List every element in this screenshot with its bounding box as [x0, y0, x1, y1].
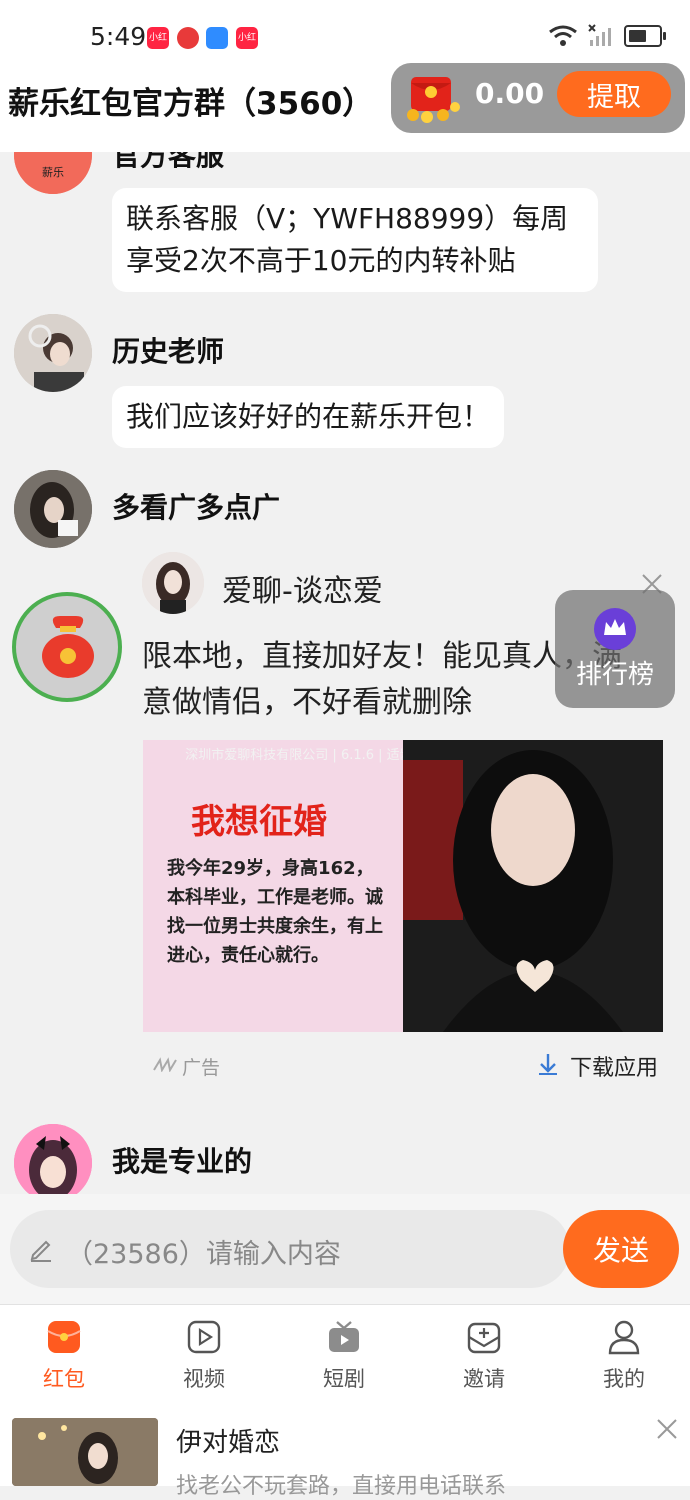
ad-title[interactable]: 爱聊-谈恋爱	[222, 566, 383, 610]
message-bubble[interactable]: 联系客服（V；YWFH88999）每周享受2次不高于10元的内转补贴	[112, 188, 598, 292]
battery-icon	[624, 25, 666, 47]
xiaohongshu-icon: 小红书	[147, 27, 169, 65]
ad-avatar-photo-icon	[142, 552, 204, 614]
close-icon[interactable]	[656, 1418, 678, 1440]
input-placeholder: （23586）请输入内容	[66, 1239, 341, 1270]
status-bar: 5:49 小红书 小红书	[0, 0, 690, 66]
red-packet-icon	[47, 1321, 81, 1353]
ad-poster-body: 我今年29岁，身高162，本科毕业，工作是老师。诚找一位男士共度余生，有上进心，…	[167, 858, 383, 966]
tab-label: 短剧	[323, 1367, 365, 1391]
chat-area[interactable]: 薪乐 官方客服 联系客服（V；YWFH88999）每周享受2次不高于10元的内转…	[0, 152, 690, 1194]
tab-short-drama[interactable]: 短剧	[294, 1319, 394, 1393]
red-packet-float-button[interactable]	[12, 592, 122, 702]
avatar[interactable]: 薪乐	[14, 152, 92, 194]
official-logo-text: 薪乐	[42, 166, 64, 179]
bottom-ad-subtitle[interactable]: 找老公不玩套路，直接用电话联系	[176, 1468, 506, 1500]
balance-amount: 0.00	[475, 77, 545, 110]
user-icon	[608, 1320, 640, 1355]
clock: 5:49	[90, 22, 147, 51]
lucky-bag-icon	[42, 616, 94, 678]
message-input-bar: （23586）请输入内容 发送	[0, 1194, 690, 1304]
tab-video[interactable]: 视频	[154, 1319, 254, 1393]
ad-tag: 广告	[182, 1057, 221, 1079]
tab-label: 红包	[43, 1367, 85, 1391]
ranking-button[interactable]: 排行榜	[555, 590, 675, 708]
bottom-ad-image[interactable]	[12, 1418, 158, 1486]
tab-label: 邀请	[463, 1367, 505, 1391]
group-header: 薪乐红包官方群（3560） 0.00 提取	[0, 63, 690, 152]
user-photo-icon	[14, 470, 92, 548]
pencil-icon	[30, 1240, 51, 1262]
wallet-panel: 0.00 提取	[391, 63, 685, 133]
anime-avatar-icon	[14, 1124, 92, 1194]
sender-name: 我是专业的	[112, 1145, 253, 1178]
invite-icon	[467, 1322, 501, 1354]
ad-photo	[403, 740, 663, 1032]
ad-poster-headline: 我想征婚	[191, 802, 327, 842]
sender-name: 历史老师	[112, 335, 225, 368]
wifi-icon	[549, 25, 577, 46]
tab-invite[interactable]: 邀请	[434, 1319, 534, 1393]
sender-name: 官方客服	[112, 152, 225, 172]
red-envelope-icon	[407, 77, 460, 123]
bottom-tab-bar: 红包 视频 短剧 邀请 我的	[0, 1304, 690, 1411]
tab-label: 视频	[183, 1367, 225, 1391]
tv-icon	[329, 1321, 359, 1352]
app-notification-icon	[177, 27, 199, 49]
send-button[interactable]: 发送	[563, 1210, 679, 1288]
tab-red-packet[interactable]: 红包	[14, 1319, 114, 1393]
weibo-notification-icon	[206, 27, 228, 49]
bottom-ad-banner[interactable]: 伊对婚恋 找老公不玩套路，直接用电话联系	[0, 1410, 690, 1499]
woman-photo-icon	[403, 750, 623, 1032]
official-logo-icon: 薪乐	[14, 152, 92, 194]
message-input[interactable]: （23586）请输入内容	[10, 1210, 570, 1288]
crown-icon	[594, 608, 636, 650]
tab-mine[interactable]: 我的	[574, 1319, 674, 1393]
avatar[interactable]	[14, 470, 92, 548]
ad-avatar[interactable]	[142, 552, 204, 614]
video-icon	[187, 1320, 221, 1354]
xiaohongshu-icon: 小红书	[236, 27, 258, 65]
user-photo-icon	[14, 314, 92, 392]
ad-poster: 深圳市爱聊科技有限公司 | 6.1.6 | 适龄18+ | 权限 | 隐私 | …	[143, 740, 621, 1032]
bottom-ad-photo-icon	[12, 1418, 158, 1486]
ranking-label: 排行榜	[575, 660, 654, 690]
message-bubble[interactable]: 我们应该好好的在薪乐开包！	[112, 386, 505, 448]
download-icon[interactable]	[536, 1052, 560, 1076]
tab-label: 我的	[603, 1367, 645, 1391]
group-title: 薪乐红包官方群（3560）	[8, 86, 374, 122]
avatar[interactable]	[14, 1124, 92, 1194]
avatar[interactable]	[14, 314, 92, 392]
download-app-link[interactable]: 下载应用	[570, 1050, 658, 1082]
ad-brand-icon	[153, 1057, 177, 1072]
withdraw-button[interactable]: 提取	[557, 71, 671, 117]
signal-icon	[588, 24, 611, 46]
sender-name: 多看广多点广	[112, 491, 281, 524]
ad-image[interactable]: 深圳市爱聊科技有限公司 | 6.1.6 | 适龄18+ | 权限 | 隐私 | …	[143, 740, 663, 1032]
bottom-ad-title[interactable]: 伊对婚恋	[176, 1422, 280, 1459]
